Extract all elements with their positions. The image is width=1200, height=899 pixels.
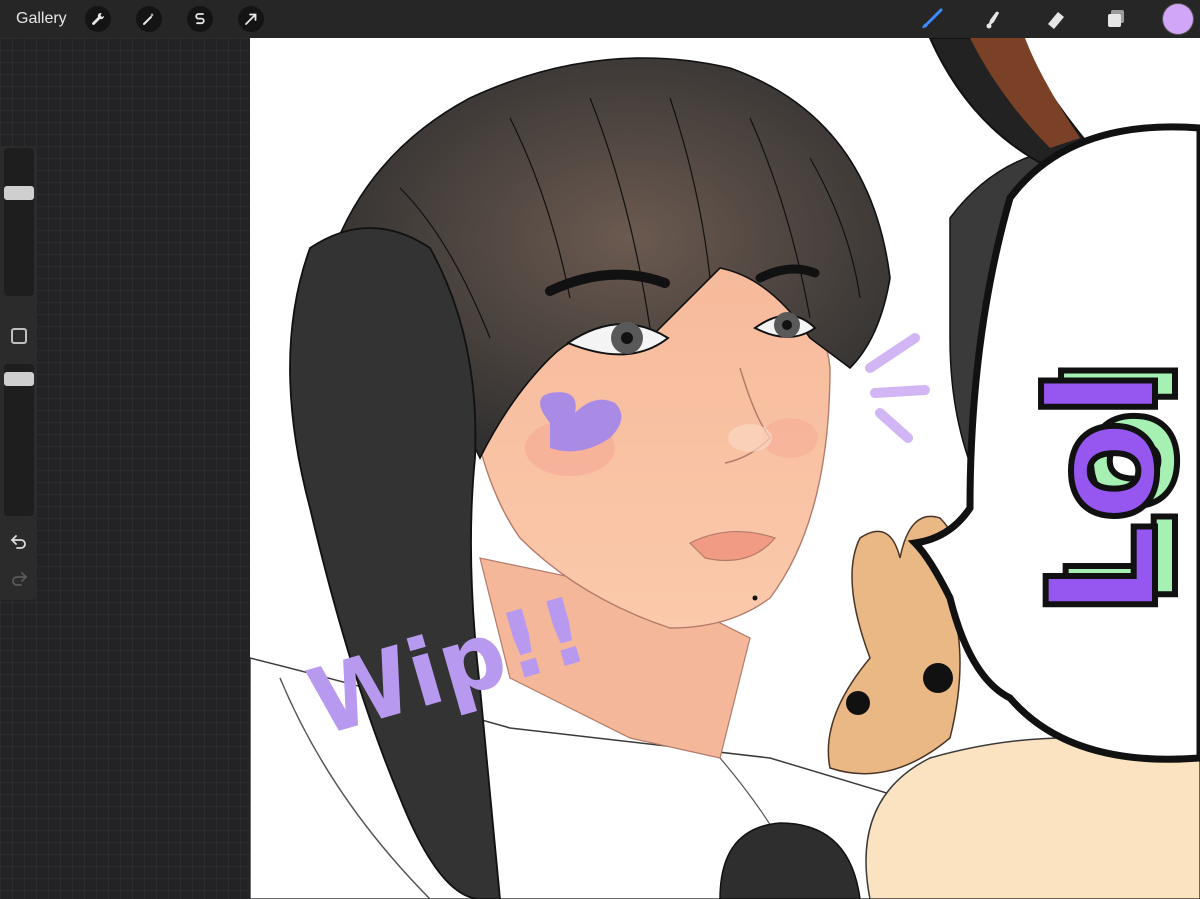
workspace-background bbox=[0, 38, 250, 899]
brush-icon[interactable] bbox=[918, 5, 946, 33]
lol-text: Lol bbox=[1017, 368, 1191, 618]
modify-button[interactable] bbox=[11, 328, 27, 344]
wrench-icon[interactable] bbox=[85, 6, 111, 32]
gallery-button[interactable]: Gallery bbox=[16, 10, 67, 28]
eraser-icon[interactable] bbox=[1042, 5, 1070, 33]
top-toolbar: Gallery bbox=[0, 0, 1200, 38]
opacity-thumb[interactable] bbox=[4, 371, 34, 386]
selection-s-icon[interactable] bbox=[187, 6, 213, 32]
drawing-canvas[interactable]: Wip!! Lol Lol bbox=[250, 38, 1200, 899]
smudge-icon[interactable] bbox=[980, 5, 1008, 33]
layers-icon[interactable] bbox=[1102, 5, 1130, 33]
opacity-slider[interactable] bbox=[4, 364, 34, 516]
magic-wand-icon[interactable] bbox=[136, 6, 162, 32]
brush-size-slider[interactable] bbox=[4, 148, 34, 296]
transform-arrow-icon[interactable] bbox=[238, 6, 264, 32]
color-swatch[interactable] bbox=[1163, 4, 1193, 34]
sidebar bbox=[0, 146, 37, 600]
redo-icon bbox=[12, 572, 28, 586]
undo-icon[interactable] bbox=[10, 533, 28, 549]
brush-size-thumb[interactable] bbox=[4, 185, 34, 200]
